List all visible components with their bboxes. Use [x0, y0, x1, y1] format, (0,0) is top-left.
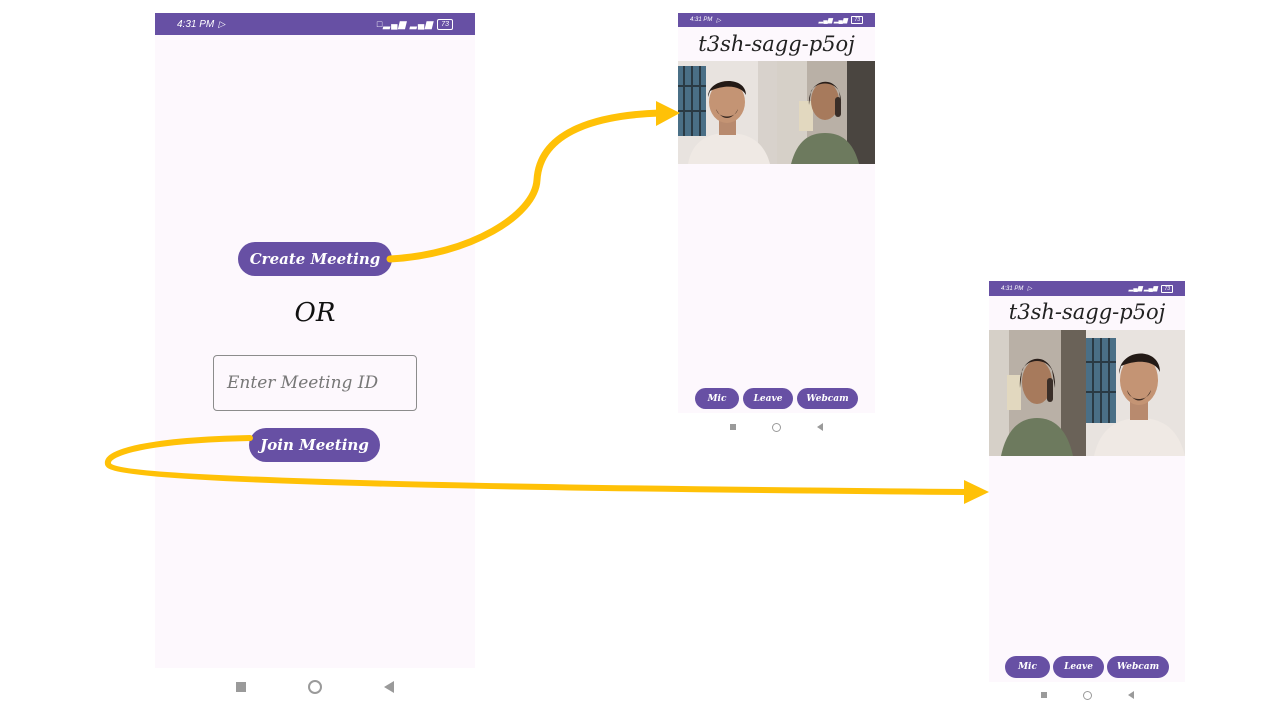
video-feed-icon	[777, 61, 875, 164]
meeting-id-title: t3sh-sagg-p5oj	[698, 32, 855, 56]
home-nav-bar	[155, 672, 475, 702]
leave-label: Leave	[1064, 662, 1093, 672]
join-meeting-button[interactable]: Join Meeting	[249, 428, 380, 462]
or-divider-label: OR	[294, 298, 336, 328]
participant-tile-remote	[777, 61, 875, 164]
joined-nav-bar	[989, 686, 1185, 704]
create-arrow-head	[656, 101, 680, 126]
meeting-id-input[interactable]: Enter Meeting ID	[213, 355, 417, 411]
participant-tile-local	[989, 330, 1086, 456]
play-store-icon: ▷	[218, 18, 226, 29]
battery-icon: 73	[851, 16, 863, 24]
play-store-icon: ▷	[716, 17, 721, 24]
mic-label: Mic	[1018, 662, 1037, 672]
status-bar: 4:31 PM ▷ ▂▄▆ ▂▄▆ 73	[989, 281, 1185, 296]
signal-icon: □▂▄▆ ▂▄▆	[376, 18, 434, 29]
webcam-button[interactable]: Webcam	[1107, 656, 1169, 678]
participant-grid	[678, 61, 875, 164]
video-feed-icon	[1086, 330, 1185, 456]
webcam-label: Webcam	[1116, 662, 1160, 672]
home-icon[interactable]	[1082, 690, 1092, 700]
back-icon[interactable]	[1127, 691, 1134, 699]
home-icon[interactable]	[772, 422, 781, 432]
leave-button[interactable]: Leave	[1053, 656, 1104, 678]
meeting-id-placeholder: Enter Meeting ID	[227, 373, 379, 393]
status-time: 4:31 PM	[1001, 285, 1024, 292]
battery-icon: 73	[437, 18, 453, 30]
participant-tile-local	[678, 61, 777, 164]
recent-apps-icon[interactable]	[1040, 692, 1047, 698]
status-time: 4:31 PM	[690, 17, 713, 23]
leave-label: Leave	[753, 393, 783, 404]
webcam-label: Webcam	[806, 393, 849, 404]
mic-label: Mic	[707, 393, 727, 404]
back-icon[interactable]	[384, 681, 394, 693]
recent-apps-icon[interactable]	[730, 424, 736, 430]
play-store-icon: ▷	[1027, 286, 1032, 292]
back-icon[interactable]	[817, 423, 823, 431]
mic-button[interactable]: Mic	[695, 388, 739, 409]
battery-icon: 73	[1161, 284, 1173, 293]
meeting-screen-created: 4:31 PM ▷ ▂▄▆ ▂▄▆ 73 t3sh-sagg-p5oj Mic …	[678, 13, 875, 413]
create-meeting-label: Create Meeting	[249, 250, 381, 268]
recent-apps-icon[interactable]	[236, 682, 246, 692]
signal-icon: ▂▄▆ ▂▄▆	[1128, 286, 1158, 292]
home-icon[interactable]	[308, 680, 322, 694]
webcam-button[interactable]: Webcam	[797, 388, 858, 409]
participant-tile-remote	[1086, 330, 1185, 456]
status-bar: 4:31 PM ▷ □▂▄▆ ▂▄▆ 73	[155, 13, 475, 35]
leave-button[interactable]: Leave	[743, 388, 793, 409]
video-feed-icon	[678, 61, 777, 164]
video-feed-icon	[989, 330, 1086, 456]
signal-icon: ▂▄▆ ▂▄▆	[818, 17, 848, 24]
status-bar: 4:31 PM ▷ ▂▄▆ ▂▄▆ 73	[678, 13, 875, 27]
mic-button[interactable]: Mic	[1005, 656, 1050, 678]
participant-grid	[989, 330, 1185, 456]
meeting-screen-joined: 4:31 PM ▷ ▂▄▆ ▂▄▆ 73 t3sh-sagg-p5oj Mic …	[989, 281, 1185, 682]
status-time: 4:31 PM	[177, 18, 215, 30]
join-meeting-label: Join Meeting	[260, 436, 369, 454]
created-nav-bar	[678, 418, 875, 436]
create-meeting-button[interactable]: Create Meeting	[238, 242, 392, 276]
home-screen: 4:31 PM ▷ □▂▄▆ ▂▄▆ 73 Create Meeting OR …	[155, 13, 475, 668]
join-arrow-head	[964, 480, 989, 504]
meeting-id-title: t3sh-sagg-p5oj	[1008, 300, 1166, 324]
